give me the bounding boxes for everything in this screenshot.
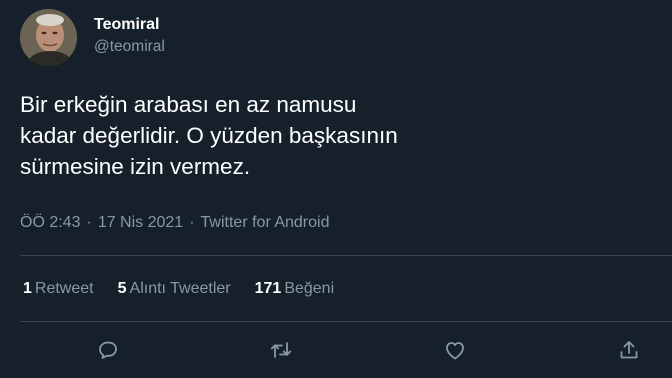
tweet-text-line: kadar değerlidir. O yüzden başkasının xyxy=(20,123,398,148)
meta-separator: · xyxy=(86,214,92,231)
tweet-text-line: Bir erkeğin arabası en az namusu xyxy=(20,92,357,117)
tweet-text: Bir erkeğin arabası en az namusu kadar d… xyxy=(20,89,640,182)
quote-count-number: 5 xyxy=(117,280,127,297)
retweet-count[interactable]: 1 Retweet xyxy=(23,278,94,300)
author-info: Teomiral @teomiral xyxy=(94,15,165,58)
display-name[interactable]: Teomiral xyxy=(94,15,165,35)
retweet-count-number: 1 xyxy=(23,280,32,297)
retweet-icon xyxy=(270,342,292,358)
tweet-date[interactable]: 17 Nis 2021 xyxy=(98,214,183,231)
divider xyxy=(20,321,672,322)
avatar-image xyxy=(20,9,77,66)
quote-count[interactable]: 5 Alıntı Tweetler xyxy=(118,278,231,300)
meta-separator: · xyxy=(189,214,195,231)
tweet-stats: 1 Retweet 5 Alıntı Tweetler 171 Beğeni xyxy=(23,278,334,300)
reply-icon xyxy=(99,341,117,359)
like-button[interactable] xyxy=(441,336,469,364)
like-count-label: Beğeni xyxy=(284,280,335,297)
tweet-card: Teomiral @teomiral Bir erkeğin arabası e… xyxy=(0,0,672,378)
user-handle[interactable]: @teomiral xyxy=(94,36,165,58)
share-icon xyxy=(620,341,638,359)
tweet-source[interactable]: Twitter for Android xyxy=(201,214,330,231)
avatar[interactable] xyxy=(20,9,77,66)
like-count[interactable]: 171 Beğeni xyxy=(255,278,335,300)
share-button[interactable] xyxy=(615,336,643,364)
retweet-count-label: Retweet xyxy=(34,280,94,297)
tweet-text-line: sürmesine izin vermez. xyxy=(20,154,251,179)
reply-button[interactable] xyxy=(94,336,122,364)
tweet-time[interactable]: ÖÖ 2:43 xyxy=(20,214,80,231)
tweet-metadata: ÖÖ 2:43 · 17 Nis 2021 · Twitter for Android xyxy=(20,212,329,234)
retweet-button[interactable] xyxy=(267,336,295,364)
heart-icon xyxy=(446,342,464,360)
like-count-number: 171 xyxy=(254,280,282,297)
divider xyxy=(20,255,672,256)
quote-count-label: Alıntı Tweetler xyxy=(129,280,231,297)
